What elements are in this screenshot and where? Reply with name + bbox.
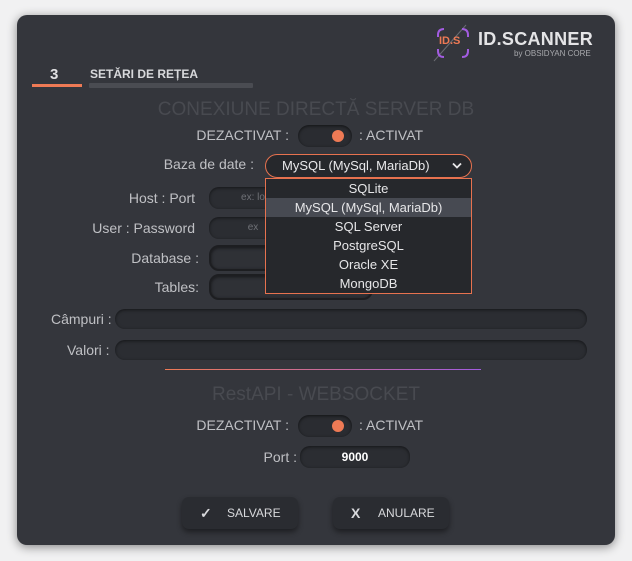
db-toggle-off-label: DEZACTIVAT : [196,127,289,143]
check-icon: ✓ [200,505,212,521]
rest-api-toggle[interactable] [298,415,352,437]
settings-panel: ID.S ID.SCANNER by OBSIDYAN CORE 3 SETĂR… [17,15,615,545]
database-label: Database : [131,250,199,266]
database-type-dropdown: SQLite MySQL (MySql, MariaDb) SQL Server… [265,178,472,294]
brand-name: ID.SCANNER [478,29,594,49]
chevron-down-icon [452,162,462,169]
database-type-label: Baza de date : [163,156,254,172]
brand-tagline: by OBSIDYAN CORE [514,49,591,58]
rest-section-title: RestAPI - WEBSOCKET [212,384,420,405]
toggle-knob [332,130,344,142]
step-number: 3 [50,66,59,83]
dropdown-option-sql-server[interactable]: SQL Server [266,217,471,236]
values-label: Valori : [67,342,110,358]
save-button[interactable]: ✓ SALVARE [182,497,298,529]
rest-toggle-off-label: DEZACTIVAT : [196,417,289,433]
dropdown-option-oracle-xe[interactable]: Oracle XE [266,255,471,274]
database-type-value: MySQL (MySql, MariaDb) [282,158,430,173]
step-title: SETĂRI DE REȚEA [90,67,199,81]
host-port-label: Host : Port [128,190,195,206]
user-password-label: User : Password [92,220,195,236]
save-button-label: SALVARE [227,506,281,520]
step-number-underline [32,84,82,87]
db-toggle-on-label: : ACTIVAT [359,127,424,143]
toggle-knob [332,420,344,432]
fields-input[interactable] [115,309,587,329]
cancel-button-label: ANULARE [378,506,435,520]
values-input[interactable] [115,340,587,360]
dropdown-option-postgresql[interactable]: PostgreSQL [266,236,471,255]
fields-label: Câmpuri : [51,311,112,327]
logo-mark-text: ID.S [439,35,461,47]
port-input[interactable]: 9000 [300,446,410,468]
database-type-select[interactable]: MySQL (MySql, MariaDb) [265,154,472,178]
cancel-button[interactable]: X ANULARE [333,497,449,529]
dropdown-option-sqlite[interactable]: SQLite [266,179,471,198]
db-connection-toggle[interactable] [298,125,352,147]
section-divider [165,369,481,370]
rest-toggle-on-label: : ACTIVAT [359,417,424,433]
dropdown-option-mongodb[interactable]: MongoDB [266,274,471,293]
port-label: Port : [263,449,297,465]
step-title-underline [89,83,253,88]
tables-label: Tables: [154,279,199,295]
brand-logo: ID.S ID.SCANNER by OBSIDYAN CORE [430,23,610,63]
dropdown-option-mysql[interactable]: MySQL (MySql, MariaDb) [266,198,471,217]
x-icon: X [351,505,361,521]
db-section-title: CONEXIUNE DIRECTĂ SERVER DB [157,99,475,120]
